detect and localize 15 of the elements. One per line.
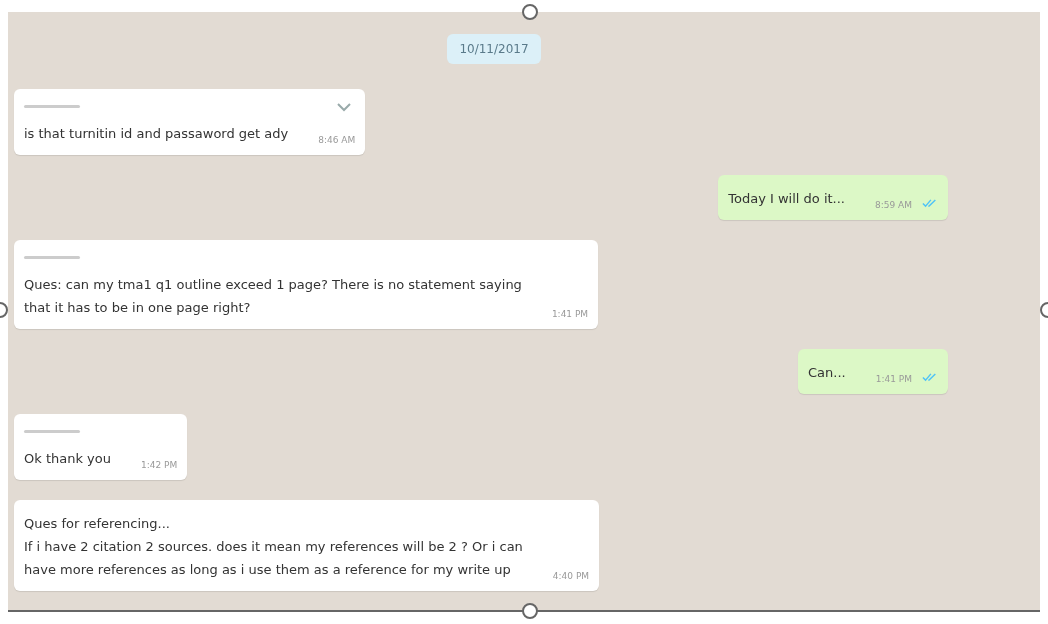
message-text: Today I will do it... bbox=[728, 190, 845, 208]
message-time: 4:40 PM bbox=[552, 571, 590, 581]
message-time: 1:41 PM bbox=[551, 309, 589, 319]
message-time: 8:46 AM bbox=[318, 135, 356, 145]
message-text: Can... bbox=[808, 364, 846, 382]
message-text: Ques for referencing... If i have 2 citation 2 sources. does it mean my references will be 2 ? Or i can have more references as long as i use them as a reference for my write up bbox=[24, 515, 523, 579]
message-time: 1:42 PM bbox=[141, 460, 178, 470]
resize-handle[interactable] bbox=[522, 603, 538, 619]
message-time: 8:59 AM bbox=[875, 200, 912, 210]
message-text: Ok thank you bbox=[24, 450, 111, 468]
date-chip: 10/11/2017 bbox=[447, 34, 541, 64]
message-text: is that turnitin id and passaword get ady bbox=[24, 125, 289, 143]
message-text: Ques: can my tma1 q1 outline exceed 1 page? There is no statement saying that it has to be in one page right? bbox=[24, 276, 522, 317]
resize-handle[interactable] bbox=[522, 4, 538, 20]
message-time: 1:41 PM bbox=[875, 374, 912, 384]
